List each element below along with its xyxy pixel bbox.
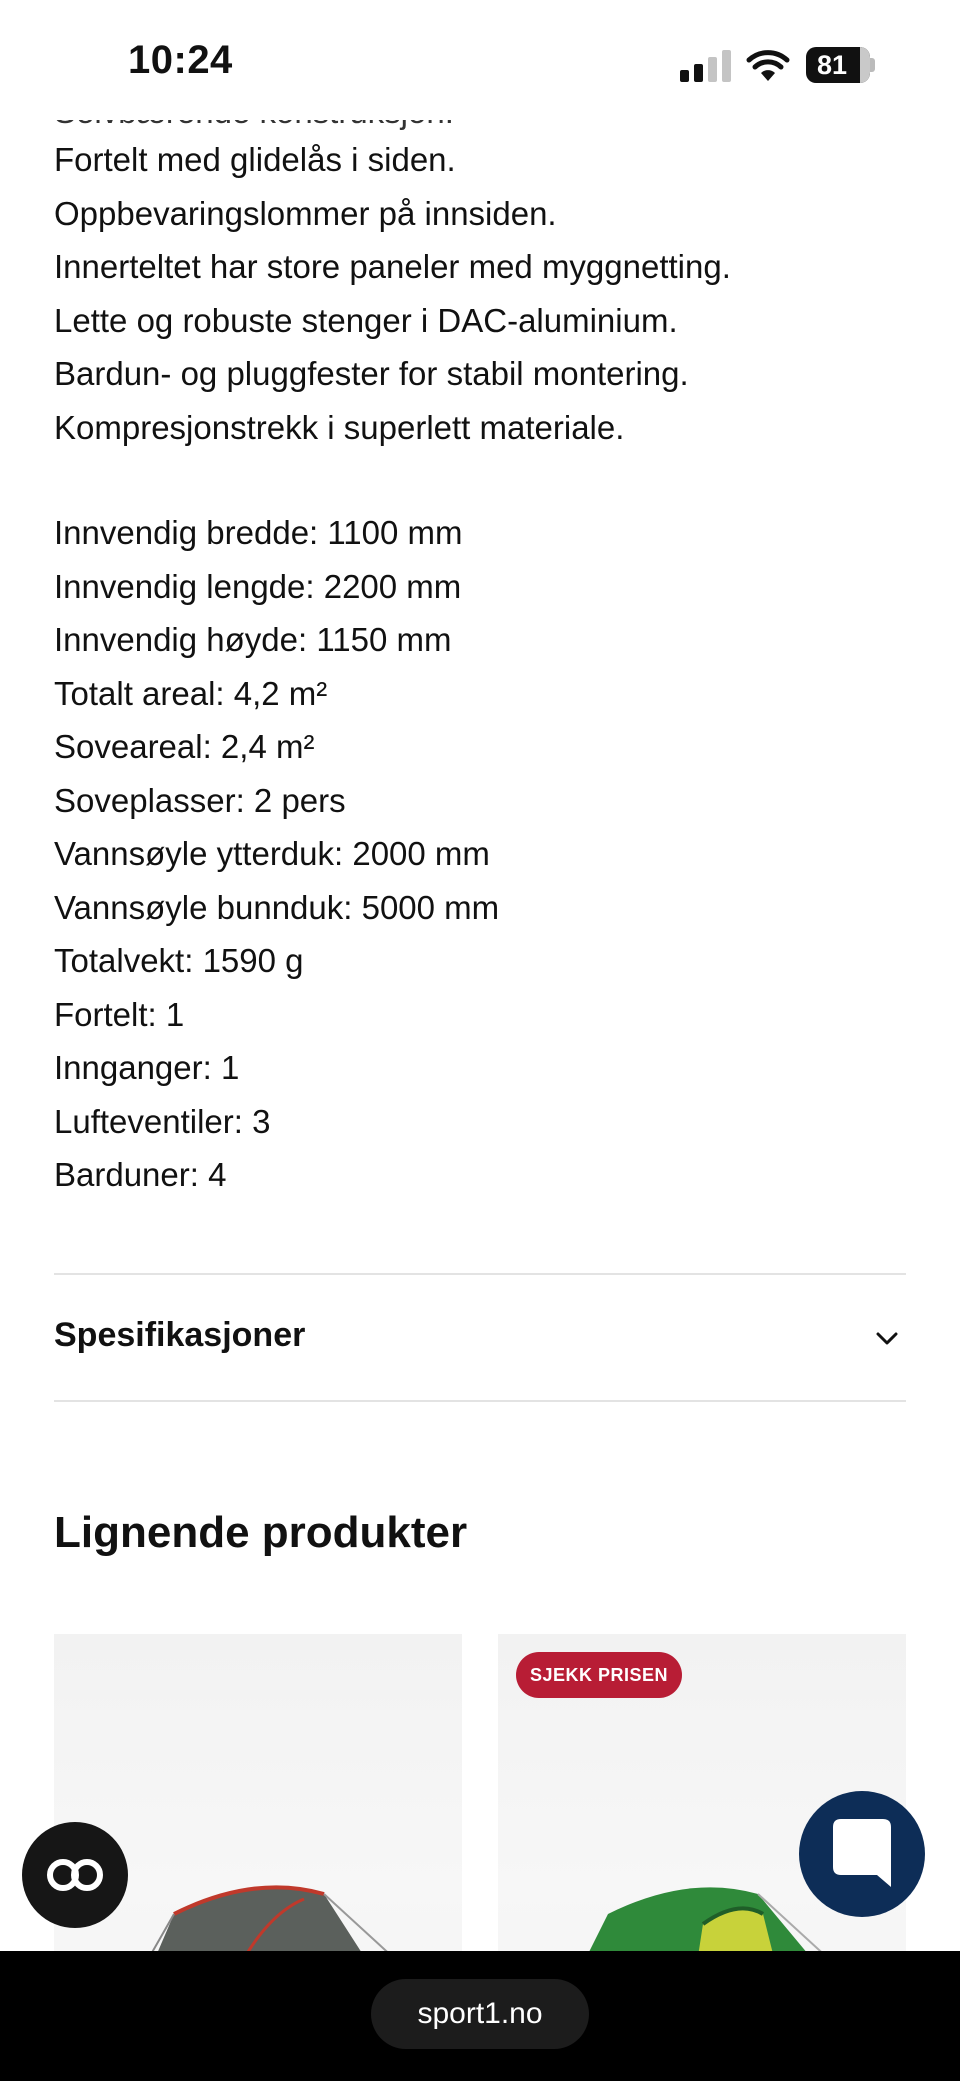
spec-line: Innvendig høyde: 1150 mm [54,621,452,658]
divider-bottom [54,1400,906,1402]
battery-tip [870,58,875,72]
browser-bottom-bar: sport1.no [0,1951,960,2081]
status-bar: 10:24 81 [0,0,960,120]
spec-line: Vannsøyle ytterduk: 2000 mm [54,835,490,872]
spec-line: Fortelt: 1 [54,995,185,1033]
glasses-button[interactable] [22,1822,128,1928]
check-price-badge: SJEKK PRISEN [516,1652,683,1698]
spec-line: Innvendig lengde: 2200 mm [54,567,462,605]
spec-line: Soveareal: 2,4 m² [54,728,315,765]
feature-line: Fortelt med glidelås i siden. [54,141,456,178]
spec-line: Soveplasser: 2 pers [54,781,346,819]
battery-level: 81 [816,50,848,80]
feature-line: Oppbevaringslommer på innsiden. [54,194,557,232]
chat-button[interactable] [799,1791,925,1917]
feature-line: Innerteltet har store paneler med myggne… [54,248,731,285]
feature-list: Selvbærende konstruksjon. Fortelt med gl… [54,103,731,454]
spec-line: Innganger: 1 [54,1049,240,1086]
related-products-title: Lignende produkter [54,1508,468,1557]
spec-list: Innvendig bredde: 1100 mm Innvendig leng… [54,506,499,1202]
spec-line: Innvendig bredde: 1100 mm [54,514,463,551]
spec-line: Barduner: 4 [54,1156,227,1193]
specifications-accordion[interactable]: Spesifikasjoner [54,1274,906,1400]
spec-line: Totalvekt: 1590 g [54,942,304,979]
feature-line: Lette og robuste stenger i DAC-aluminium… [54,301,678,339]
chevron-down-icon [876,1332,898,1345]
spec-line: Lufteventiler: 3 [54,1102,271,1140]
feature-line: Bardun- og pluggfester for stabil monter… [54,355,689,392]
spec-line: Vannsøyle bunnduk: 5000 mm [54,888,500,926]
accordion-label: Spesifikasjoner [54,1316,306,1354]
chat-bubble-icon [833,1819,891,1887]
status-time: 10:24 [128,38,233,82]
signal-icon [680,50,732,82]
url-bar[interactable]: sport1.no [371,1979,589,2049]
glasses-icon [47,1859,103,1891]
wifi-icon [746,50,790,81]
feature-line: Kompresjonstrekk i superlett materiale. [54,408,625,446]
spec-line: Totalt areal: 4,2 m² [54,674,328,712]
battery-icon: 81 [806,47,870,83]
battery-empty-segment [860,47,870,83]
